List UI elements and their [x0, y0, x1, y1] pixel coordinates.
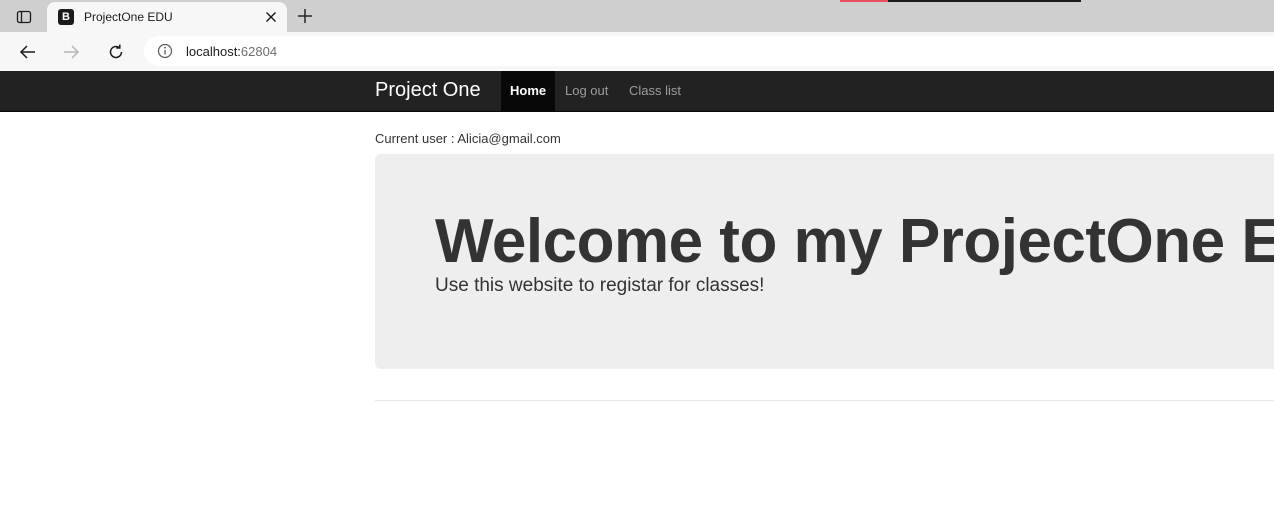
arrow-right-icon [64, 45, 80, 59]
page: B ProjectOne EDU localhost:62804 Project… [0, 0, 1274, 514]
arrow-left-icon [19, 45, 35, 59]
jumbotron-subtext: Use this website to registar for classes… [435, 275, 765, 296]
site-navbar: Project One Home Log out Class list [0, 71, 1274, 112]
reload-button[interactable] [101, 38, 131, 66]
tab-actions-icon [16, 10, 32, 24]
info-icon [157, 43, 173, 59]
address-bar[interactable]: localhost:62804 [144, 36, 1274, 66]
site-info-button[interactable] [157, 43, 173, 59]
tab-title: ProjectOne EDU [84, 10, 173, 24]
tab-actions-button[interactable] [10, 6, 38, 28]
browser-tab-strip: B ProjectOne EDU [0, 0, 1274, 32]
browser-toolbar: localhost:62804 [0, 32, 1274, 71]
reload-icon [109, 44, 123, 59]
close-icon [266, 12, 276, 22]
nav-link-log-out[interactable]: Log out [556, 71, 617, 111]
back-button[interactable] [13, 38, 43, 66]
url-text[interactable]: localhost:62804 [186, 44, 277, 59]
content-divider [375, 400, 1274, 401]
favicon: B [58, 9, 74, 25]
navbar-brand[interactable]: Project One [375, 71, 481, 109]
current-user-text: Current user : Alicia@gmail.com [375, 131, 561, 146]
browser-tab-active[interactable]: B ProjectOne EDU [47, 2, 287, 32]
nav-link-home[interactable]: Home [501, 71, 556, 111]
forward-button[interactable] [56, 38, 86, 66]
url-host: localhost: [186, 43, 241, 59]
url-port: 62804 [240, 43, 278, 59]
media-indicator [840, 0, 1081, 2]
nav-link-class-list[interactable]: Class list [620, 71, 690, 111]
tab-close-button[interactable] [259, 5, 283, 29]
jumbotron-heading: Welcome to my ProjectOne EDU [435, 207, 1274, 276]
plus-icon [298, 9, 312, 23]
jumbotron: Welcome to my ProjectOne EDU Use this we… [375, 154, 1274, 369]
new-tab-button[interactable] [292, 4, 318, 28]
